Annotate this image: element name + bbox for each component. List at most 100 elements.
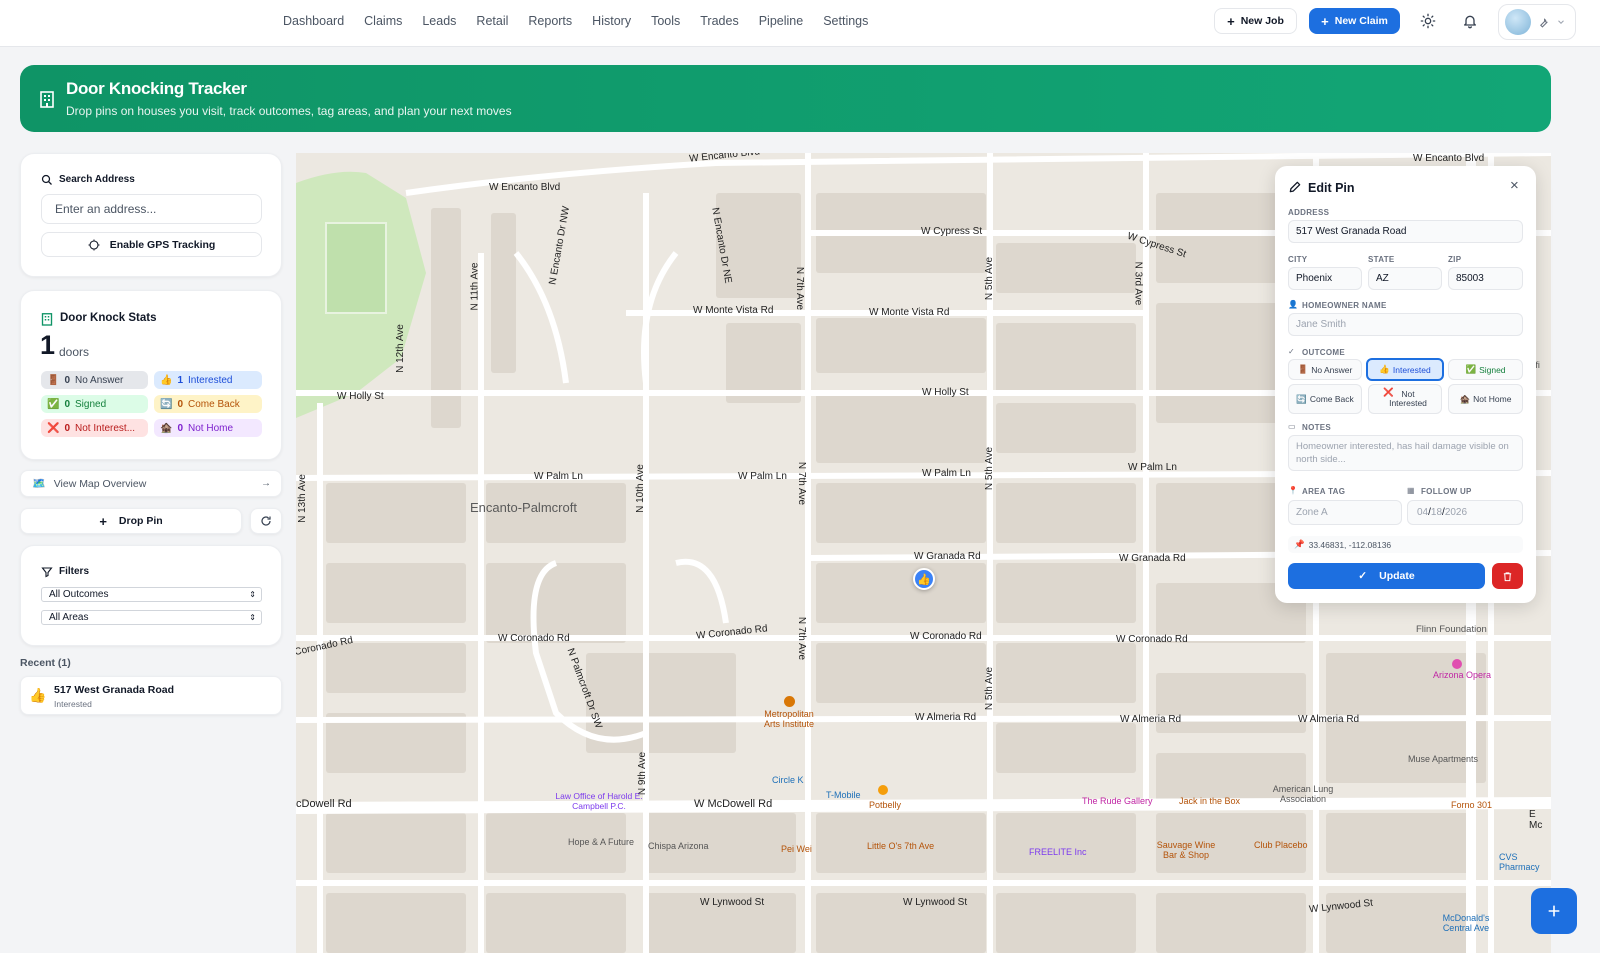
outcome-interested[interactable]: 👍 Interested — [1366, 358, 1444, 381]
page-title: Door Knocking Tracker — [66, 79, 247, 98]
filters-title: Filters — [59, 566, 90, 577]
zip-field[interactable]: 85003 — [1448, 267, 1523, 290]
area-select-value: All Areas — [49, 612, 89, 623]
street-label: N 5th Ave — [984, 256, 996, 301]
notes-textarea[interactable]: Homeowner interested, has hail damage vi… — [1288, 435, 1523, 471]
nav-history[interactable]: History — [592, 14, 631, 28]
poi-label: Muse Apartments — [1408, 754, 1479, 764]
new-job-button[interactable]: + New Job — [1214, 8, 1297, 34]
notes-label: NOTES — [1302, 423, 1332, 432]
nav-retail[interactable]: Retail — [476, 14, 508, 28]
nav-leads[interactable]: Leads — [422, 14, 456, 28]
nav-trades[interactable]: Trades — [700, 14, 738, 28]
refresh-button[interactable] — [250, 508, 282, 534]
outcome-label: Not Home — [1473, 394, 1512, 404]
nav-settings[interactable]: Settings — [823, 14, 868, 28]
follow-up-label: FOLLOW UP — [1421, 487, 1472, 496]
area-tag-field[interactable]: Zone A — [1288, 500, 1402, 525]
address-field[interactable]: 517 West Granada Road — [1288, 220, 1523, 243]
drop-pin-label: Drop Pin — [118, 515, 163, 527]
theme-toggle-button[interactable] — [1415, 8, 1441, 34]
edit-pin-title: Edit Pin — [1308, 181, 1355, 195]
close-icon[interactable]: × — [1510, 177, 1519, 194]
homeowner-field[interactable]: Jane Smith — [1288, 313, 1523, 336]
user-menu[interactable] — [1498, 4, 1576, 40]
date-day: 18 — [1430, 507, 1443, 518]
house-icon: 🏚️ — [1459, 393, 1471, 404]
follow-up-date[interactable]: 04/18/2026 — [1407, 500, 1523, 525]
thumbs-up-icon: 👍 — [160, 374, 173, 386]
nav-reports[interactable]: Reports — [528, 14, 572, 28]
street-label: W Granada Rd — [1119, 553, 1186, 564]
notifications-button[interactable] — [1457, 8, 1483, 34]
poi-label: McDonald's Central Ave — [1442, 913, 1490, 933]
street-label: N 7th Ave — [796, 616, 808, 661]
poi-label: Law Office of Harold E. Campbell P.C. — [555, 791, 643, 811]
street-label: N 3rd Ave — [1132, 261, 1144, 306]
stat-interested: 👍 1 Interested — [154, 371, 262, 389]
outcome-not-interested[interactable]: ❌ Not Interested — [1368, 384, 1442, 414]
stat-count: 0 — [177, 422, 184, 434]
outcome-no-answer[interactable]: 🚪 No Answer — [1288, 359, 1362, 380]
floating-add-button[interactable] — [1531, 888, 1577, 934]
stat-signed: ✅ 0 Signed — [41, 395, 148, 413]
poi-label: Metropolitan Arts Institute — [763, 709, 815, 729]
street-label: W Holly St — [337, 391, 384, 402]
search-input[interactable]: Enter an address... — [41, 194, 262, 224]
gps-tracking-button[interactable]: Enable GPS Tracking — [41, 232, 262, 257]
nav-pipeline[interactable]: Pipeline — [759, 14, 803, 28]
door-icon: 🚪 — [47, 374, 60, 386]
drop-pin-button[interactable]: + Drop Pin — [20, 508, 242, 534]
avatar — [1505, 9, 1531, 35]
outcome-not-home[interactable]: 🏚️ Not Home — [1448, 384, 1523, 414]
nav-claims[interactable]: Claims — [364, 14, 402, 28]
state-field[interactable]: AZ — [1368, 267, 1442, 290]
outcome-select-value: All Outcomes — [49, 589, 109, 600]
search-title: Search Address — [59, 174, 135, 185]
delete-button[interactable] — [1492, 563, 1523, 589]
outcome-signed[interactable]: ✅ Signed — [1448, 359, 1523, 380]
update-button[interactable]: ✓ Update — [1288, 563, 1485, 589]
plus-icon — [1548, 905, 1560, 917]
outcome-come-back[interactable]: 🔄 Come Back — [1288, 384, 1362, 414]
outcome-select[interactable]: All Outcomes ⇕ — [41, 587, 262, 602]
poi-label: Chispa Arizona — [648, 841, 709, 851]
search-icon — [41, 174, 52, 185]
stat-label: Interested — [188, 374, 233, 386]
bell-icon — [1464, 15, 1476, 29]
recent-item[interactable]: 👍 517 West Granada Road Interested — [20, 676, 282, 715]
map-overview-label: View Map Overview — [53, 477, 147, 490]
street-label: W Holly St — [922, 387, 969, 398]
street-label: W Lynwood St — [903, 897, 968, 908]
coordinates-readout: 📌 33.46831, -112.08136 — [1288, 536, 1523, 553]
map-icon: 🗺️ — [32, 478, 46, 490]
thumbs-up-icon: 👍 — [917, 573, 931, 586]
street-label: N 10th Ave — [634, 464, 646, 513]
map-pin-interested[interactable]: 👍 — [913, 568, 935, 590]
poi-label: Hope & A Future — [568, 837, 635, 847]
top-nav: Dashboard Claims Leads Retail Reports Hi… — [0, 0, 1600, 47]
nav-tools[interactable]: Tools — [651, 14, 680, 28]
area-select[interactable]: All Areas ⇕ — [41, 610, 262, 625]
stats-card: Door Knock Stats 1 doors 🚪 0 No Answer 👍 1 I… — [20, 290, 282, 460]
street-label: W Coronado Rd — [498, 633, 570, 644]
nav-dashboard[interactable]: Dashboard — [283, 14, 344, 28]
refresh-icon: 🔄 — [1296, 393, 1307, 404]
plus-icon: + — [1227, 13, 1235, 29]
street-label: N 13th Ave — [296, 474, 308, 523]
thumbs-up-icon: 👍 — [1379, 364, 1390, 374]
stat-count: 0 — [64, 422, 71, 434]
poi-label: FREELITE Inc — [1029, 847, 1087, 857]
building-icon — [41, 313, 53, 326]
city-field[interactable]: Phoenix — [1288, 267, 1362, 290]
street-label: W Palm Ln — [738, 471, 787, 482]
plus-icon: + — [99, 513, 107, 529]
map-overview-toggle[interactable]: 🗺️ View Map Overview → — [20, 470, 282, 497]
filters-card: Filters All Outcomes ⇕ All Areas ⇕ — [20, 545, 282, 646]
new-claim-button[interactable]: + New Claim — [1309, 8, 1400, 34]
check-icon: ✅ — [47, 398, 60, 410]
message-icon: ▭ — [1288, 422, 1296, 431]
zip-label: ZIP — [1448, 255, 1462, 264]
recent-address: 517 West Granada Road — [54, 684, 175, 696]
check-icon: ✅ — [1465, 364, 1477, 374]
